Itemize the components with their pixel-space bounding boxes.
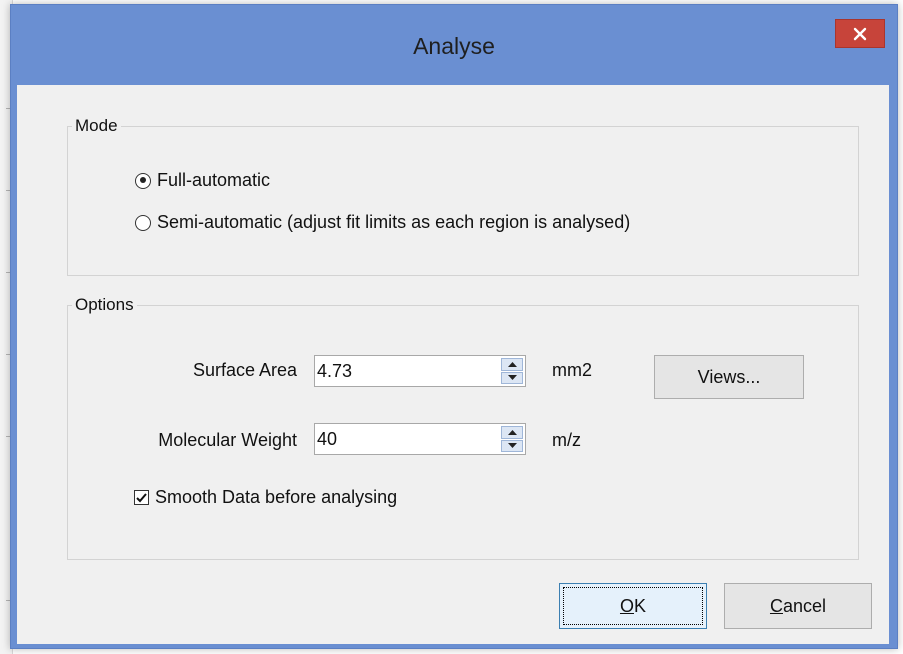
views-button[interactable]: Views... — [654, 355, 804, 399]
title-bar[interactable]: Analyse — [11, 5, 897, 85]
spin-up-button[interactable] — [501, 358, 523, 371]
molecular-weight-input[interactable] — [317, 426, 487, 452]
surface-area-spin-buttons — [501, 358, 523, 384]
radio-button-selected[interactable] — [135, 172, 151, 189]
molecular-weight-unit: m/z — [552, 430, 581, 450]
spin-down-button[interactable] — [501, 371, 523, 384]
analyse-dialog: Analyse Mode Full-automatic Semi-automat… — [10, 4, 898, 649]
smooth-data-label: Smooth Data before analysing — [155, 487, 398, 507]
focus-rectangle — [563, 587, 703, 625]
cancel-mnemonic: C — [769, 595, 783, 616]
mode-group-label: Mode — [72, 116, 121, 136]
arrow-down-icon — [507, 443, 517, 449]
spin-up-button[interactable] — [501, 426, 523, 439]
dialog-body: Mode Full-automatic Semi-automatic (adju… — [17, 85, 889, 644]
mode-groupbox: Mode Full-automatic Semi-automatic (adju… — [67, 116, 859, 276]
radio-label-full-automatic: Full-automatic — [157, 170, 271, 190]
radio-full-automatic[interactable]: Full-automatic — [135, 170, 270, 191]
spin-down-button[interactable] — [501, 439, 523, 452]
radio-semi-automatic[interactable]: Semi-automatic (adjust fit limits as eac… — [135, 212, 630, 233]
ok-button[interactable]: OK — [559, 583, 707, 629]
arrow-up-icon — [507, 429, 517, 435]
radio-button-unselected[interactable] — [135, 214, 151, 231]
molecular-weight-spinbox[interactable] — [314, 423, 526, 455]
options-group-label: Options — [72, 295, 137, 315]
arrow-down-icon — [507, 375, 517, 381]
close-icon — [853, 27, 867, 40]
smooth-data-checkbox[interactable] — [134, 490, 149, 505]
close-button[interactable] — [835, 19, 885, 48]
surface-area-label: Surface Area — [192, 360, 297, 380]
surface-area-spinbox[interactable] — [314, 355, 526, 387]
dialog-title: Analyse — [413, 33, 495, 59]
smooth-data-checkbox-row[interactable]: Smooth Data before analysing — [134, 487, 397, 508]
radio-label-semi-automatic: Semi-automatic (adjust fit limits as eac… — [157, 212, 631, 232]
molecular-weight-label: Molecular Weight — [158, 430, 297, 450]
arrow-up-icon — [507, 361, 517, 367]
surface-area-input[interactable] — [317, 358, 487, 384]
checkmark-icon — [136, 492, 147, 502]
molecular-weight-spin-buttons — [501, 426, 523, 452]
cancel-button[interactable]: Cancel — [724, 583, 872, 629]
surface-area-unit: mm2 — [552, 360, 592, 380]
cancel-label-rest: ancel — [782, 595, 827, 616]
